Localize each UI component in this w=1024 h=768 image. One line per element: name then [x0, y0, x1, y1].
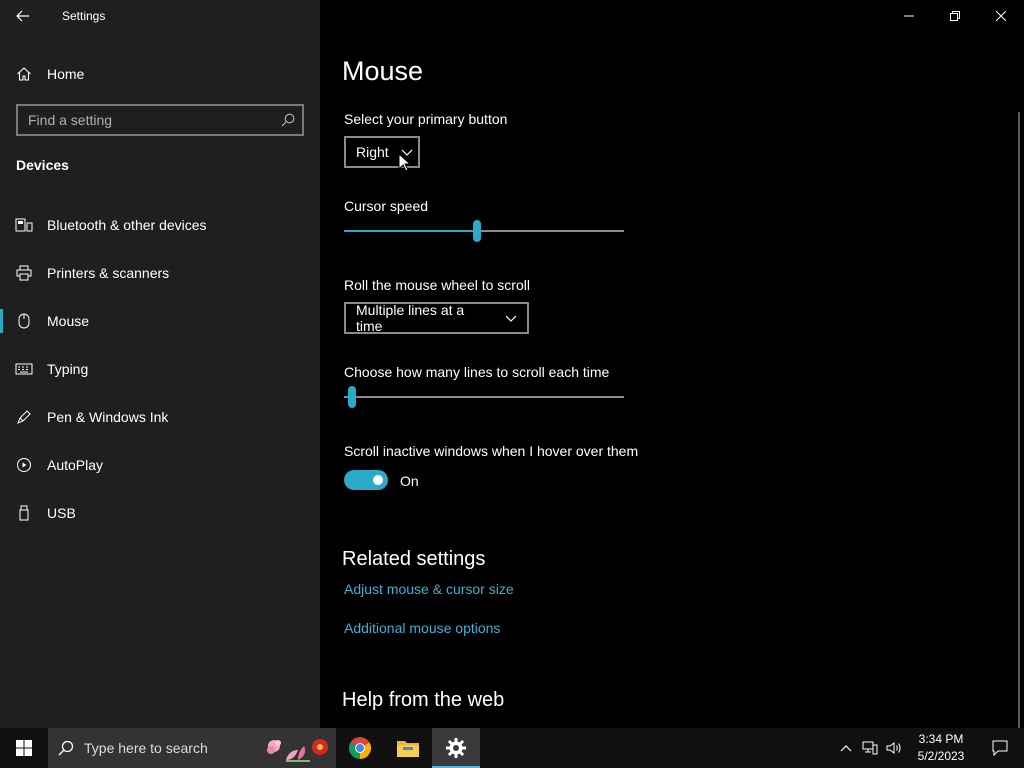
sidebar-item-autoplay[interactable]: AutoPlay	[0, 441, 320, 489]
taskbar-search-text: Type here to search	[84, 740, 208, 756]
mouse-icon	[0, 313, 47, 329]
home-label: Home	[47, 66, 85, 82]
window-controls	[886, 0, 1024, 32]
start-button[interactable]	[0, 728, 48, 768]
notification-icon	[992, 740, 1008, 756]
related-settings-heading: Related settings	[342, 548, 486, 570]
back-button[interactable]	[0, 0, 46, 32]
toggle-state-label: On	[400, 473, 419, 489]
sidebar-item-pen[interactable]: Pen & Windows Ink	[0, 393, 320, 441]
clock[interactable]: 3:34 PM 5/2/2023	[906, 731, 976, 765]
chevron-up-icon	[840, 744, 852, 751]
taskbar-file-explorer[interactable]	[384, 728, 432, 768]
action-center-button[interactable]	[976, 728, 1024, 768]
page-title: Mouse	[342, 56, 424, 86]
primary-button-label: Select your primary button	[344, 111, 508, 127]
file-explorer-icon	[397, 741, 419, 757]
slider-fill	[344, 230, 477, 232]
slider-track	[344, 396, 624, 398]
sidebar: Settings Home Devices Bluetooth & other …	[0, 0, 320, 728]
taskbar: Type here to search 3:34 PM 5/2/2023	[0, 728, 1024, 768]
app-title: Settings	[62, 9, 106, 23]
lines-to-scroll-slider[interactable]	[344, 385, 624, 409]
sidebar-item-label: Typing	[47, 361, 89, 377]
search-box[interactable]	[16, 104, 304, 136]
back-arrow-icon	[16, 10, 29, 22]
sidebar-item-label: Pen & Windows Ink	[47, 409, 169, 425]
bluetooth-devices-icon	[0, 217, 47, 233]
taskbar-settings[interactable]	[432, 728, 480, 768]
help-heading: Help from the web	[342, 689, 505, 711]
sidebar-item-printers[interactable]: Printers & scanners	[0, 249, 320, 297]
taskbar-search[interactable]: Type here to search	[48, 728, 336, 768]
wheel-scroll-value: Multiple lines at a time	[356, 302, 465, 334]
additional-mouse-options-link[interactable]: Additional mouse options	[344, 620, 500, 636]
title-bar: Settings	[0, 0, 320, 32]
minimize-icon	[904, 15, 914, 17]
clock-time: 3:34 PM	[918, 732, 964, 746]
lines-to-scroll-label: Choose how many lines to scroll each tim…	[344, 364, 610, 380]
mouse-cursor-icon	[398, 153, 410, 172]
close-button[interactable]	[978, 0, 1024, 32]
scrollbar[interactable]	[1018, 112, 1020, 728]
search-input[interactable]	[18, 112, 274, 128]
volume-button[interactable]	[882, 728, 906, 768]
sidebar-item-bluetooth[interactable]: Bluetooth & other devices	[0, 201, 320, 249]
volume-icon	[886, 742, 901, 754]
network-button[interactable]	[858, 728, 882, 768]
sidebar-item-home[interactable]: Home	[0, 56, 320, 92]
sidebar-item-usb[interactable]: USB	[0, 489, 320, 537]
sidebar-item-typing[interactable]: Typing	[0, 345, 320, 393]
settings-icon	[446, 738, 466, 758]
main-content: Mouse Select your primary button Right C…	[320, 0, 1024, 728]
wheel-scroll-dropdown[interactable]: Multiple lines at a time	[344, 302, 529, 334]
home-icon	[0, 66, 47, 82]
slider-thumb[interactable]	[348, 386, 356, 408]
scroll-inactive-toggle[interactable]	[344, 470, 388, 490]
wheel-scroll-label: Roll the mouse wheel to scroll	[344, 277, 530, 293]
clock-date: 5/2/2023	[917, 749, 965, 763]
printer-icon	[0, 265, 47, 281]
usb-icon	[0, 505, 47, 521]
autoplay-icon	[0, 457, 47, 473]
search-icon	[58, 740, 74, 756]
sidebar-nav: Bluetooth & other devices Printers & sca…	[0, 201, 320, 537]
sidebar-item-label: AutoPlay	[47, 457, 104, 473]
slider-thumb[interactable]	[473, 220, 481, 242]
restore-icon	[950, 11, 960, 21]
chevron-down-icon	[505, 315, 517, 322]
scroll-inactive-label: Scroll inactive windows when I hover ove…	[344, 443, 639, 459]
adjust-cursor-size-link[interactable]: Adjust mouse & cursor size	[344, 581, 514, 597]
cursor-speed-label: Cursor speed	[344, 198, 429, 214]
pen-icon	[0, 409, 47, 425]
taskbar-chrome[interactable]	[336, 728, 384, 768]
chrome-icon	[349, 737, 371, 759]
search-highlight-flowers-icon	[267, 739, 328, 762]
sidebar-item-label: USB	[47, 505, 76, 521]
system-tray: 3:34 PM 5/2/2023	[834, 728, 1024, 768]
windows-logo-icon	[16, 740, 32, 756]
close-icon	[996, 11, 1006, 21]
sidebar-item-label: Printers & scanners	[47, 265, 170, 281]
show-hidden-icons-button[interactable]	[834, 728, 858, 768]
search-icon[interactable]	[274, 113, 302, 127]
sidebar-item-mouse[interactable]: Mouse	[0, 297, 320, 345]
keyboard-icon	[0, 363, 47, 375]
network-icon	[862, 741, 878, 755]
section-title: Devices	[16, 157, 69, 173]
minimize-button[interactable]	[886, 0, 932, 32]
cursor-speed-slider[interactable]	[344, 219, 624, 243]
primary-button-value: Right	[356, 144, 389, 160]
restore-button[interactable]	[932, 0, 978, 32]
sidebar-item-label: Bluetooth & other devices	[47, 217, 207, 233]
toggle-knob	[373, 475, 383, 485]
sidebar-item-label: Mouse	[47, 313, 90, 329]
